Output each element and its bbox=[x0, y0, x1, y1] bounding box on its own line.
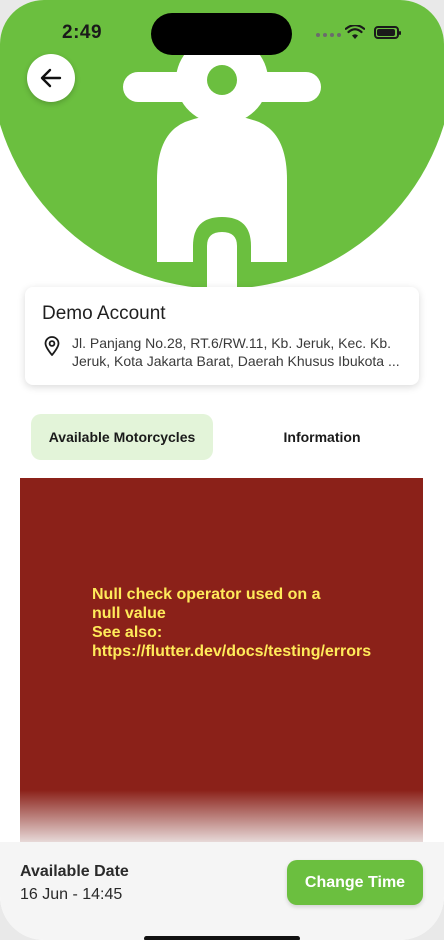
camera-notch bbox=[151, 13, 292, 55]
account-card: Demo Account Jl. Panjang No.28, RT.6/RW.… bbox=[25, 287, 419, 385]
signal-dots-icon bbox=[316, 33, 341, 37]
error-help-link: See also: https://flutter.dev/docs/testi… bbox=[92, 624, 372, 660]
bottom-bar: Available Date 16 Jun - 14:45 Change Tim… bbox=[0, 842, 444, 940]
location-pin-icon bbox=[44, 336, 60, 356]
phone-screen: 2:49 Demo Account Jl. Panjang No.28, RT.… bbox=[0, 0, 444, 940]
account-address: Jl. Panjang No.28, RT.6/RW.11, Kb. Jeruk… bbox=[72, 335, 400, 369]
wifi-icon bbox=[345, 25, 365, 39]
back-button[interactable] bbox=[27, 54, 75, 102]
tab-available-motorcycles[interactable]: Available Motorcycles bbox=[31, 414, 213, 460]
change-time-button[interactable]: Change Time bbox=[287, 860, 423, 905]
arrow-left-icon bbox=[40, 68, 62, 88]
available-date-label: Available Date bbox=[20, 863, 129, 880]
tab-bar: Available Motorcycles Information bbox=[31, 414, 413, 460]
status-time: 2:49 bbox=[62, 22, 103, 43]
available-date-value: 16 Jun - 14:45 bbox=[20, 886, 123, 903]
tab-information[interactable]: Information bbox=[231, 414, 413, 460]
account-name: Demo Account bbox=[42, 303, 166, 324]
battery-icon bbox=[374, 26, 401, 39]
home-indicator bbox=[144, 936, 300, 940]
error-message-line: Null check operator used on a null value bbox=[92, 586, 321, 622]
status-bar: 2:49 bbox=[0, 0, 444, 60]
content-fade bbox=[20, 790, 423, 850]
error-message: Null check operator used on a null value… bbox=[92, 585, 372, 661]
